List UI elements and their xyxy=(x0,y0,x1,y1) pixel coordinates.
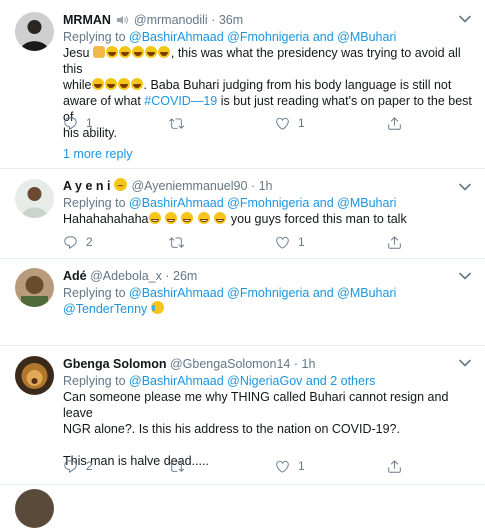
rofl-emoji xyxy=(91,78,104,90)
worried-emoji xyxy=(113,178,127,191)
avatar[interactable] xyxy=(15,489,54,528)
tweet-ayeni[interactable]: A y e n i @Ayeniemmanuel90 · 1h Replying… xyxy=(0,169,485,259)
rofl-emoji xyxy=(130,78,143,90)
tweet-header: Gbenga Solomon @GbengaSolomon14 · 1h xyxy=(63,357,316,371)
timestamp[interactable]: 1h xyxy=(259,179,273,193)
pray-emoji xyxy=(92,46,105,58)
replying-to: Replying to @BashirAhmaad @Fmohnigeria a… xyxy=(63,30,397,44)
mention-link[interactable]: @TenderTenny xyxy=(63,302,147,316)
avatar[interactable] xyxy=(15,268,54,307)
like-button[interactable]: 1 xyxy=(275,458,305,474)
replying-mentions[interactable]: @BashirAhmaad @Fmohnigeria and @MBuhari xyxy=(129,286,396,300)
reply-icon xyxy=(63,116,78,131)
display-name[interactable]: MRMAN xyxy=(63,13,111,27)
avatar[interactable] xyxy=(15,179,54,218)
user-handle[interactable]: @mrmanodili xyxy=(134,13,208,27)
reply-count: 2 xyxy=(86,459,93,473)
chevron-down-icon[interactable] xyxy=(459,358,471,368)
like-count: 1 xyxy=(298,116,305,130)
tweet-actions: 2 1 xyxy=(63,458,403,474)
display-name[interactable]: A y e n i xyxy=(63,179,110,193)
user-handle[interactable]: @Adebola_x xyxy=(90,269,162,283)
share-button[interactable] xyxy=(387,115,402,131)
rofl-emoji xyxy=(117,78,130,90)
timestamp[interactable]: 36m xyxy=(219,13,243,27)
tweet-partial[interactable] xyxy=(0,485,485,528)
crying-emoji xyxy=(150,301,164,314)
reply-button[interactable]: 2 xyxy=(63,234,93,250)
replying-to: Replying to @BashirAhmaad @Fmohnigeria a… xyxy=(63,196,397,210)
display-name[interactable]: Adé xyxy=(63,269,87,283)
tweet-text: @TenderTenny xyxy=(63,301,473,317)
tweet-ade[interactable]: Adé @Adebola_x · 26m Replying to @Bashir… xyxy=(0,259,485,346)
timestamp[interactable]: 26m xyxy=(173,269,197,283)
tweet-header: Adé @Adebola_x · 26m xyxy=(63,269,198,283)
like-button[interactable]: 1 xyxy=(275,115,305,131)
share-icon xyxy=(387,459,402,474)
grin-emoji xyxy=(214,212,227,224)
like-button[interactable]: 1 xyxy=(275,234,305,250)
heart-icon xyxy=(275,459,290,474)
retweet-icon xyxy=(169,116,184,131)
retweet-button[interactable] xyxy=(169,458,192,474)
replying-to: Replying to @BashirAhmaad @Fmohnigeria a… xyxy=(63,286,397,300)
replying-mentions[interactable]: @BashirAhmaad @Fmohnigeria and @MBuhari xyxy=(129,30,396,44)
replying-to: Replying to @BashirAhmaad @NigeriaGov an… xyxy=(63,374,376,388)
retweet-icon xyxy=(169,235,184,250)
display-name[interactable]: Gbenga Solomon xyxy=(63,357,166,371)
rofl-emoji xyxy=(131,46,144,58)
tweet-header: MRMAN @mrmanodili · 36m xyxy=(63,13,244,27)
share-button[interactable] xyxy=(387,458,402,474)
timestamp[interactable]: 1h xyxy=(302,357,316,371)
share-icon xyxy=(387,235,402,250)
tweet-mrman[interactable]: MRMAN @mrmanodili · 36m Replying to @Bas… xyxy=(0,0,485,169)
reply-button[interactable]: 1 xyxy=(63,115,93,131)
more-replies-link[interactable]: 1 more reply xyxy=(63,147,132,161)
tweet-text: Hahahahahaha you guys forced this man to… xyxy=(63,212,407,226)
heart-icon xyxy=(275,116,290,131)
tweet-actions: 2 1 xyxy=(63,234,403,250)
user-handle[interactable]: @Ayeniemmanuel90 xyxy=(131,179,247,193)
chevron-down-icon[interactable] xyxy=(459,271,471,281)
retweet-button[interactable] xyxy=(169,115,192,131)
reply-button[interactable]: 2 xyxy=(63,458,93,474)
reply-count: 1 xyxy=(86,116,93,130)
rofl-emoji xyxy=(157,46,170,58)
share-icon xyxy=(387,116,402,131)
grin-emoji xyxy=(181,212,194,224)
avatar[interactable] xyxy=(15,12,54,51)
rofl-emoji xyxy=(144,46,157,58)
retweet-button[interactable] xyxy=(169,234,192,250)
like-count: 1 xyxy=(298,235,305,249)
tweet-actions: 1 1 xyxy=(63,115,403,131)
rofl-emoji xyxy=(105,46,118,58)
reply-icon xyxy=(63,459,78,474)
retweet-icon xyxy=(169,459,184,474)
hashtag-link[interactable]: #COVID—19 xyxy=(144,94,217,108)
reply-count: 2 xyxy=(86,235,93,249)
chevron-down-icon[interactable] xyxy=(459,182,471,192)
tweet-gbenga[interactable]: Gbenga Solomon @GbengaSolomon14 · 1h Rep… xyxy=(0,346,485,485)
tweet-text: Can someone please me why THING called B… xyxy=(63,390,449,468)
grin-emoji xyxy=(164,212,177,224)
tweet-header: A y e n i @Ayeniemmanuel90 · 1h xyxy=(63,178,273,193)
reply-icon xyxy=(63,235,78,250)
chevron-down-icon[interactable] xyxy=(459,14,471,24)
like-count: 1 xyxy=(298,459,305,473)
avatar[interactable] xyxy=(15,356,54,395)
grin-emoji xyxy=(148,212,161,224)
grin-emoji xyxy=(197,212,210,224)
replying-mentions[interactable]: @BashirAhmaad @NigeriaGov and 2 others xyxy=(129,374,375,388)
speaker-icon xyxy=(116,13,129,24)
share-button[interactable] xyxy=(387,234,402,250)
replying-mentions[interactable]: @BashirAhmaad @Fmohnigeria and @MBuhari xyxy=(129,196,396,210)
rofl-emoji xyxy=(104,78,117,90)
user-handle[interactable]: @GbengaSolomon14 xyxy=(170,357,290,371)
heart-icon xyxy=(275,235,290,250)
rofl-emoji xyxy=(118,46,131,58)
